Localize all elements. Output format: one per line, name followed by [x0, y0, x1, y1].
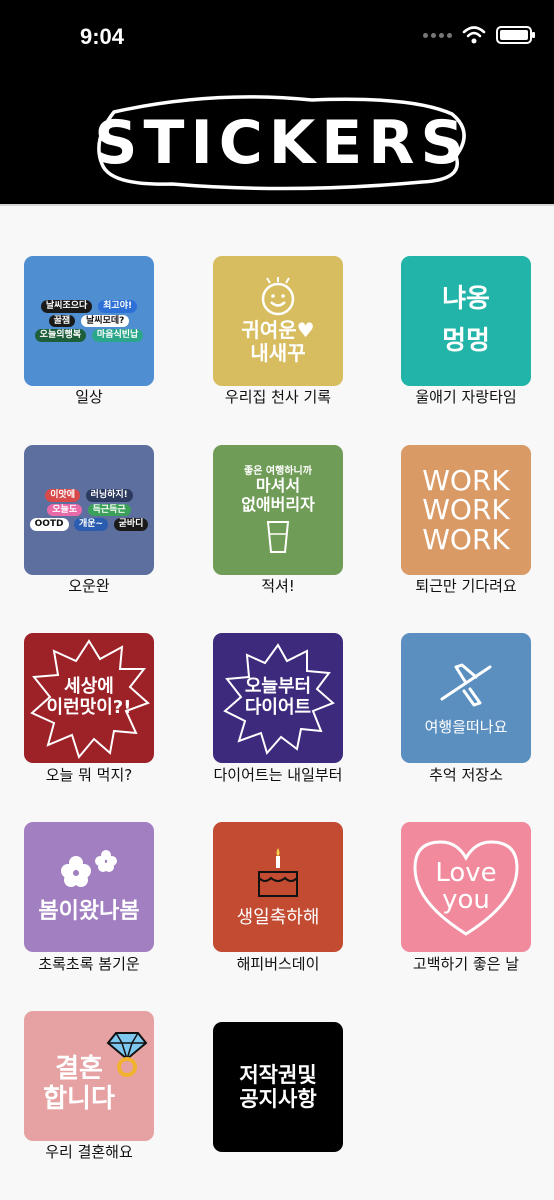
battery-icon	[496, 26, 535, 44]
sticker-pack-label: 적셔!	[261, 577, 295, 595]
glass-icon	[266, 521, 290, 554]
sticker-thumbnail: 이앗에 러닝하지! 오늘도 득근득근 OOTD 개운~ 굳바디	[27, 488, 151, 531]
sticker-thumbnail: 날씨조으다 최고야! 꿀잼 날씨모데? 오늘의행복 마음식빈납	[27, 299, 151, 342]
sticker-pack-label: 해피버스데이	[236, 955, 320, 973]
sticker-pack-drinks[interactable]: 좋은 여행하니까 마셔서 없애버리자	[213, 445, 343, 575]
sticker-thumbnail: 결혼 합니다	[43, 1054, 115, 1114]
wifi-icon	[462, 26, 486, 44]
sticker-pack-travel[interactable]: 여행을떠나요	[401, 633, 531, 763]
sticker-pack-label: 초록초록 봄기운	[38, 955, 140, 973]
sticker-pack-confession[interactable]: Love you	[401, 822, 531, 952]
sticker-pack-label: 울애기 자랑타임	[415, 388, 517, 406]
sticker-thumbnail: 여행을떠나요	[425, 659, 507, 736]
smiley-face-icon	[261, 277, 295, 316]
app-header: 9:04 STICKERS	[0, 0, 554, 204]
sticker-pack-pet-angel[interactable]: 귀여운♥ 내새꾸	[213, 256, 343, 386]
header-divider	[0, 204, 554, 206]
sticker-pack-label: 일상	[75, 388, 103, 406]
sticker-pack-birthday[interactable]: 생일축하해	[213, 822, 343, 952]
sticker-thumbnail: 세상에 이런맛이?!	[46, 676, 132, 718]
sticker-pack-label: 우리집 천사 기록	[224, 388, 332, 406]
sticker-thumbnail: 좋은 여행하니까 마셔서 없애버리자	[241, 466, 315, 554]
sticker-thumbnail: 냐옹 멍멍	[442, 284, 490, 356]
flower-icon	[60, 850, 117, 888]
sticker-pack-baby-brag[interactable]: 냐옹 멍멍	[401, 256, 531, 386]
sticker-pack-daily[interactable]: 날씨조으다 최고야! 꿀잼 날씨모데? 오늘의행복 마음식빈납	[24, 256, 154, 386]
sticker-pack-work[interactable]: WORK WORK WORK	[401, 445, 531, 575]
sticker-pack-label: 오운완	[68, 577, 110, 595]
sticker-thumbnail: Love you	[435, 857, 497, 915]
cellular-signal-icon	[423, 32, 452, 38]
sticker-thumbnail: 저작권및 공지사항	[239, 1062, 317, 1111]
sticker-thumbnail: 오늘부터 다이어트	[244, 676, 312, 718]
sticker-pack-label: 추억 저장소	[429, 766, 503, 784]
sticker-pack-workout[interactable]: 이앗에 러닝하지! 오늘도 득근득근 OOTD 개운~ 굳바디	[24, 445, 154, 575]
sticker-pack-diet[interactable]: 오늘부터 다이어트	[213, 633, 343, 763]
sticker-pack-label: 오늘 뭐 먹지?	[45, 766, 133, 784]
cake-icon	[258, 847, 298, 897]
status-time: 9:04	[80, 24, 125, 49]
airplane-icon	[440, 663, 492, 707]
sticker-pack-label: 퇴근만 기다려요	[415, 577, 517, 595]
sticker-pack-spring[interactable]: 봄이왔나봄	[24, 822, 154, 952]
sticker-pack-food[interactable]: 세상에 이런맛이?!	[24, 633, 154, 763]
app-logo: STICKERS	[92, 92, 472, 194]
sticker-pack-label: 고백하기 좋은 날	[412, 955, 520, 973]
sticker-thumbnail: WORK WORK WORK	[422, 463, 510, 556]
logo-text: STICKERS	[94, 108, 470, 178]
sticker-pack-label: 다이어트는 내일부터	[213, 766, 343, 784]
status-icons	[423, 26, 535, 44]
copyright-notice-tile[interactable]: 저작권및 공지사항	[213, 1022, 343, 1152]
sticker-thumbnail: 귀여운♥ 내새꾸	[241, 277, 315, 365]
sticker-thumbnail: 생일축하해	[237, 846, 319, 929]
sticker-pack-wedding[interactable]: 결혼 합니다	[24, 1011, 154, 1141]
sticker-thumbnail: 봄이왔나봄	[38, 849, 140, 924]
sticker-pack-label: 우리 결혼해요	[45, 1143, 133, 1161]
